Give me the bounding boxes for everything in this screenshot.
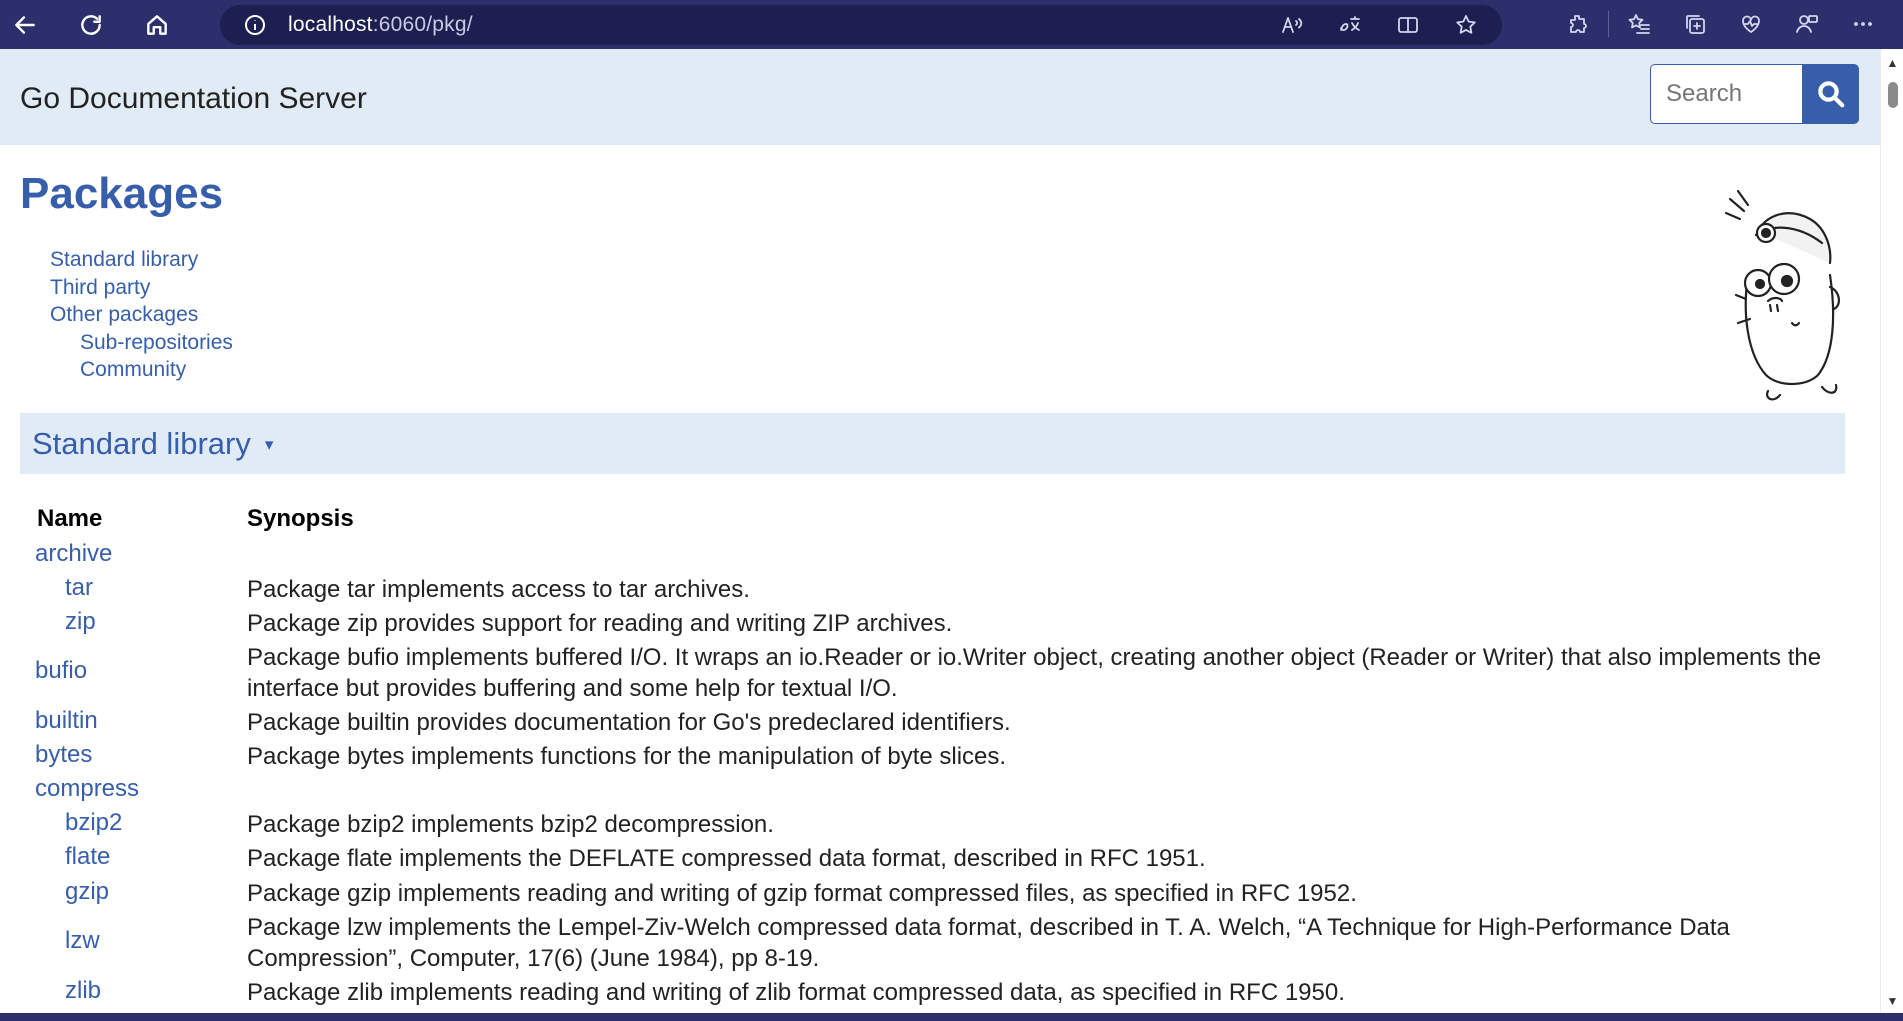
package-link[interactable]: zlib bbox=[65, 977, 101, 1005]
package-link[interactable]: bzip2 bbox=[65, 809, 122, 837]
scroll-down-arrow-icon[interactable]: ▼ bbox=[1881, 991, 1903, 1011]
table-row: builtin Package builtin provides documen… bbox=[35, 707, 1855, 741]
table-row: archive bbox=[35, 540, 1855, 574]
extensions-icon bbox=[1570, 15, 1587, 33]
home-icon bbox=[147, 14, 167, 35]
table-row: bytes Package bytes implements functions… bbox=[35, 741, 1855, 775]
more-icon bbox=[1854, 22, 1872, 26]
package-synopsis: Package tar implements access to tar arc… bbox=[247, 576, 750, 603]
table-row: bzip2 Package bzip2 implements bzip2 dec… bbox=[35, 809, 1855, 843]
toc-sub-repositories[interactable]: Sub-repositories bbox=[50, 329, 233, 357]
browser-essentials-button[interactable] bbox=[1723, 4, 1779, 44]
toolbar-divider bbox=[1608, 11, 1609, 37]
info-icon[interactable] bbox=[242, 12, 268, 38]
refresh-button[interactable] bbox=[66, 5, 116, 45]
url-text[interactable]: localhost:6060/pkg/ bbox=[288, 13, 473, 37]
browser-essentials-icon bbox=[1742, 15, 1760, 33]
package-synopsis: Package builtin provides documentation f… bbox=[247, 709, 1011, 736]
table-row: compress bbox=[35, 775, 1855, 809]
package-link[interactable]: tar bbox=[65, 574, 93, 602]
table-row: tar Package tar implements access to tar… bbox=[35, 574, 1855, 608]
package-link[interactable]: gzip bbox=[65, 878, 109, 906]
table-row: bufio Package bufio implements buffered … bbox=[35, 642, 1855, 707]
search-icon bbox=[1817, 81, 1844, 108]
package-synopsis: Package bytes implements functions for t… bbox=[247, 743, 1007, 770]
url-host: localhost bbox=[288, 12, 373, 36]
table-row: gzip Package gzip implements reading and… bbox=[35, 878, 1855, 912]
favorite-button[interactable] bbox=[1446, 5, 1486, 45]
refresh-icon bbox=[81, 14, 101, 35]
home-button[interactable] bbox=[132, 5, 182, 45]
table-row: flate Package flate implements the DEFLA… bbox=[35, 843, 1855, 878]
table-header: Name Synopsis bbox=[35, 505, 1855, 540]
split-screen-icon bbox=[1398, 16, 1418, 33]
toc-other-packages[interactable]: Other packages bbox=[50, 301, 233, 329]
toc-third-party[interactable]: Third party bbox=[50, 274, 233, 302]
search-input[interactable] bbox=[1650, 64, 1802, 124]
package-synopsis: Package zlib implements reading and writ… bbox=[247, 979, 1345, 1006]
favorites-button[interactable] bbox=[1611, 4, 1667, 44]
site-header: Go Documentation Server bbox=[0, 49, 1880, 145]
package-synopsis: Package lzw implements the Lempel-Ziv-We… bbox=[247, 914, 1730, 972]
column-header-name: Name bbox=[37, 505, 103, 532]
package-link[interactable]: lzw bbox=[65, 927, 100, 955]
search-button[interactable] bbox=[1802, 64, 1859, 124]
package-link[interactable]: zip bbox=[65, 608, 96, 636]
back-icon bbox=[15, 15, 35, 34]
page-viewport: Go Documentation Server Packages Standar… bbox=[0, 49, 1880, 1013]
profile-button[interactable] bbox=[1779, 4, 1835, 44]
address-bar[interactable]: localhost:6060/pkg/ bbox=[220, 4, 1502, 45]
favorites-icon bbox=[1628, 14, 1650, 34]
split-screen-button[interactable] bbox=[1388, 5, 1428, 45]
package-link[interactable]: bufio bbox=[35, 657, 87, 685]
favorite-star-icon bbox=[1456, 14, 1476, 34]
gopher-illustration bbox=[1724, 189, 1840, 401]
package-link[interactable]: archive bbox=[35, 540, 112, 568]
toc-standard-library[interactable]: Standard library bbox=[50, 246, 233, 274]
scrollbar-thumb[interactable] bbox=[1888, 82, 1898, 108]
profile-icon bbox=[1796, 15, 1818, 33]
toc-community[interactable]: Community bbox=[50, 356, 233, 384]
site-title[interactable]: Go Documentation Server bbox=[20, 82, 367, 116]
table-row: lzw Package lzw implements the Lempel-Zi… bbox=[35, 912, 1855, 977]
package-synopsis: Package flate implements the DEFLATE com… bbox=[247, 845, 1206, 872]
package-link[interactable]: builtin bbox=[35, 707, 98, 735]
collapse-arrow-icon[interactable]: ▾ bbox=[265, 435, 274, 455]
vertical-scrollbar[interactable]: ▲ ▼ bbox=[1880, 49, 1903, 1013]
table-row: zip Package zip provides support for rea… bbox=[35, 608, 1855, 642]
browser-tools bbox=[1550, 4, 1891, 44]
package-synopsis: Package gzip implements reading and writ… bbox=[247, 880, 1357, 907]
window-bottom-edge bbox=[0, 1013, 1903, 1021]
translate-button[interactable] bbox=[1330, 5, 1370, 45]
packages-table: Name Synopsis archive tar Package tar im… bbox=[35, 505, 1855, 1011]
translate-icon bbox=[1340, 15, 1360, 31]
address-actions bbox=[1272, 5, 1486, 45]
package-synopsis: Package zip provides support for reading… bbox=[247, 610, 953, 637]
scroll-up-arrow-icon[interactable]: ▲ bbox=[1881, 53, 1903, 73]
package-synopsis: Package bufio implements buffered I/O. I… bbox=[247, 644, 1822, 702]
browser-toolbar: localhost:6060/pkg/ bbox=[0, 0, 1903, 49]
read-aloud-button[interactable] bbox=[1272, 5, 1312, 45]
table-of-contents: Standard library Third party Other packa… bbox=[50, 246, 233, 384]
collections-icon bbox=[1686, 15, 1705, 34]
url-path: :6060/pkg/ bbox=[372, 12, 473, 36]
more-button[interactable] bbox=[1835, 4, 1891, 44]
package-synopsis: Package bzip2 implements bzip2 decompres… bbox=[247, 811, 774, 838]
extensions-button[interactable] bbox=[1550, 4, 1606, 44]
read-aloud-icon bbox=[1282, 16, 1303, 33]
package-link[interactable]: flate bbox=[65, 843, 110, 871]
package-link[interactable]: bytes bbox=[35, 741, 92, 769]
package-link[interactable]: compress bbox=[35, 775, 139, 803]
section-header-standard-library[interactable]: Standard library ▾ bbox=[20, 413, 1845, 474]
collections-button[interactable] bbox=[1667, 4, 1723, 44]
table-row: zlib Package zlib implements reading and… bbox=[35, 977, 1855, 1011]
back-button[interactable] bbox=[0, 5, 50, 45]
page-title: Packages bbox=[20, 169, 224, 218]
column-header-synopsis: Synopsis bbox=[247, 505, 354, 532]
section-title[interactable]: Standard library bbox=[32, 426, 251, 462]
